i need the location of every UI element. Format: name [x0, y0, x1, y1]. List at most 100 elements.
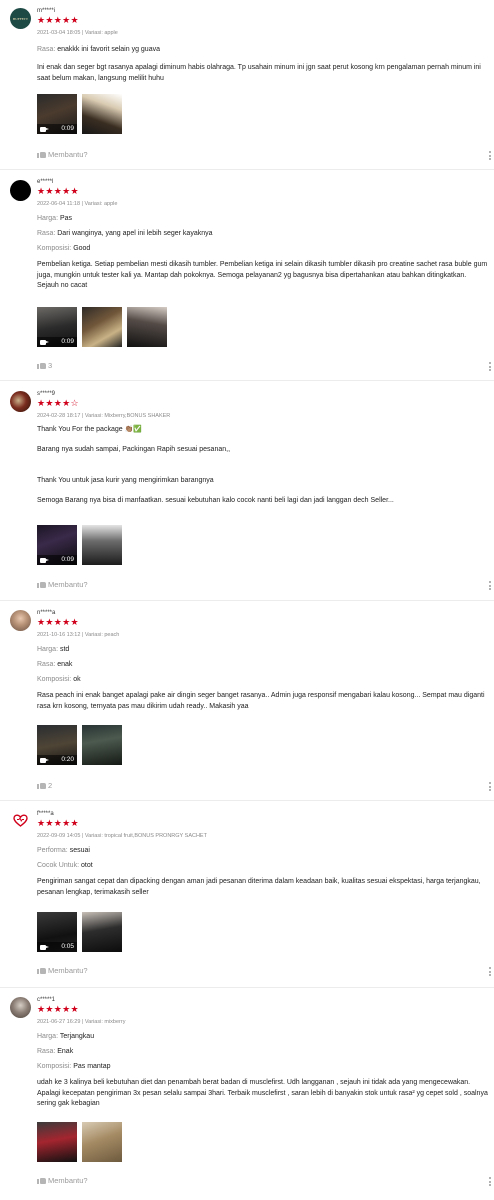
review-meta: 2024-02-28 18:17 | Variasi: Mixberry,BON… — [37, 413, 171, 419]
attribute-key: Performa: — [37, 847, 68, 854]
star-rating: ★★★★★ — [37, 186, 79, 196]
more-options-icon[interactable] — [489, 1177, 492, 1188]
attribute-value: ok — [73, 676, 81, 683]
review-attribute: Harga: Pas — [37, 213, 488, 224]
avatar[interactable] — [10, 391, 31, 412]
review-photo-thumbnail[interactable] — [37, 1122, 77, 1162]
review-photo-thumbnail[interactable] — [82, 307, 122, 347]
attribute-key: Komposisi: — [37, 676, 72, 683]
attribute-key: Rasa: — [37, 46, 56, 53]
more-options-icon[interactable] — [489, 362, 492, 373]
attribute-key: Harga: — [37, 1033, 59, 1040]
attribute-key: Rasa: — [37, 230, 56, 237]
helpful-button[interactable]: Membantu? — [37, 580, 88, 590]
review-paragraph: Ini enak dan seger bgt rasanya apalagi d… — [37, 64, 481, 82]
attribute-key: Rasa: — [37, 661, 56, 668]
reviewer-username: m*****i — [37, 8, 56, 14]
video-camera-icon — [40, 127, 49, 132]
review-item: c*****1 ★★★★★ 2021-06-27 16:29 | Variasi… — [0, 988, 494, 1200]
review-paragraph: udah ke 3 kalinya beli kebutuhan diet da… — [37, 1079, 488, 1107]
review-content: c*****1 ★★★★★ 2021-06-27 16:29 | Variasi… — [37, 996, 488, 1110]
video-camera-icon — [40, 558, 49, 563]
review-paragraph: Thank You For the package 👏🏽✅ — [37, 426, 142, 433]
review-item: n*****a ★★★★★ 2021-10-16 13:12 | Variasi… — [0, 601, 494, 801]
review-attribute: Komposisi: ok — [37, 674, 488, 685]
more-options-icon[interactable] — [489, 782, 492, 793]
helpful-button[interactable]: 2 — [37, 781, 52, 791]
review-text: Thank You For the package 👏🏽✅ Barang nya… — [37, 425, 488, 506]
review-photo-thumbnail[interactable] — [82, 94, 122, 134]
review-attribute: Performa: sesuai — [37, 845, 488, 856]
thumbs-up-icon — [37, 1176, 46, 1184]
star-rating-empty: ☆ — [70, 398, 79, 408]
review-text: Pengiriman sangat cepat dan dipacking de… — [37, 877, 488, 898]
star-rating-filled: ★★★★ — [37, 398, 71, 408]
review-video-thumbnail[interactable]: 0:05 — [37, 912, 77, 952]
avatar[interactable] — [10, 810, 31, 831]
review-item: s*****9 ★★★★☆ 2024-02-28 18:17 | Variasi… — [0, 381, 494, 601]
attribute-key: Rasa: — [37, 1048, 56, 1055]
star-rating: ★★★★★ — [37, 818, 79, 828]
review-meta: 2021-03-04 18:05 | Variasi: apple — [37, 30, 118, 36]
review-paragraph: Thank You untuk jasa kurir yang mengirim… — [37, 477, 214, 484]
review-video-thumbnail[interactable]: 0:20 — [37, 725, 77, 765]
helpful-button[interactable]: Membantu? — [37, 1176, 88, 1186]
review-content: n*****a ★★★★★ 2021-10-16 13:12 | Variasi… — [37, 609, 488, 712]
avatar[interactable] — [10, 997, 31, 1018]
helpful-label: Membantu? — [48, 150, 88, 159]
review-photo-thumbnail[interactable] — [82, 525, 122, 565]
attribute-value: Good — [73, 245, 91, 252]
attribute-value: Dari wanginya, yang apel ini lebih seger… — [57, 230, 213, 237]
review-text: udah ke 3 kalinya beli kebutuhan diet da… — [37, 1078, 488, 1110]
review-attribute: Rasa: Dari wanginya, yang apel ini lebih… — [37, 228, 488, 239]
avatar[interactable]: BUFFETT — [10, 8, 31, 29]
review-paragraph: Semoga Barang nya bisa di manfaatkan. se… — [37, 496, 394, 504]
attribute-value: Terjangkau — [59, 1033, 95, 1040]
review-attribute: Komposisi: Good — [37, 243, 488, 254]
review-photo-thumbnail[interactable] — [127, 307, 167, 347]
helpful-label: Membantu? — [48, 580, 88, 589]
more-options-icon[interactable] — [489, 151, 492, 162]
review-item: e*****l ★★★★★ 2022-06-04 11:18 | Variasi… — [0, 170, 494, 381]
attribute-value: sesuai — [69, 847, 90, 854]
review-video-thumbnail[interactable]: 0:09 — [37, 94, 77, 134]
helpful-button[interactable]: 3 — [37, 361, 52, 371]
helpful-label: Membantu? — [48, 1176, 88, 1185]
avatar[interactable] — [10, 610, 31, 631]
star-rating: ★★★★☆ — [37, 398, 488, 409]
star-rating: ★★★★★ — [37, 15, 79, 25]
helpful-button[interactable]: Membantu? — [37, 150, 88, 160]
review-text: Pembelian ketiga. Setiap pembelian mesti… — [37, 260, 488, 292]
review-content: m*****i ★★★★★ 2021-03-04 18:05 | Variasi… — [37, 7, 488, 84]
review-paragraph: Rasa peach ini enak banget apalagi pake … — [37, 692, 485, 710]
more-options-icon[interactable] — [489, 581, 492, 592]
review-video-thumbnail[interactable]: 0:09 — [37, 525, 77, 565]
more-options-icon[interactable] — [489, 967, 492, 978]
thumbs-up-icon — [37, 150, 46, 158]
attribute-value: Enak — [57, 1048, 74, 1055]
review-meta: 2021-10-16 13:12 | Variasi: peach — [37, 632, 120, 638]
helpful-button[interactable]: Membantu? — [37, 966, 88, 976]
review-photo-thumbnail[interactable] — [82, 912, 122, 952]
video-duration: 0:09 — [61, 556, 74, 563]
review-text: Ini enak dan seger bgt rasanya apalagi d… — [37, 63, 488, 84]
helpful-count: 3 — [48, 361, 53, 370]
video-camera-icon — [40, 340, 49, 345]
review-paragraph: Barang nya sudah sampai, Packingan Rapih… — [37, 445, 231, 453]
reviewer-username: f*****a — [37, 811, 54, 817]
review-photo-thumbnail[interactable] — [82, 725, 122, 765]
attribute-key: Komposisi: — [37, 245, 72, 252]
review-meta: 2022-09-09 14:05 | Variasi: tropical fru… — [37, 833, 207, 839]
heart-logo-icon — [13, 814, 28, 827]
review-video-thumbnail[interactable]: 0:09 — [37, 307, 77, 347]
avatar[interactable] — [10, 180, 31, 201]
attribute-value: Pas — [59, 215, 73, 222]
review-photo-thumbnail[interactable] — [82, 1122, 122, 1162]
reviewer-username: c*****1 — [37, 997, 56, 1003]
video-camera-icon — [40, 758, 49, 763]
reviewer-username: e*****l — [37, 179, 54, 185]
thumbs-up-icon — [37, 361, 46, 369]
review-content: f*****a ★★★★★ 2022-09-09 14:05 | Variasi… — [37, 810, 488, 898]
thumbs-up-icon — [37, 580, 46, 588]
video-duration: 0:05 — [61, 943, 74, 950]
